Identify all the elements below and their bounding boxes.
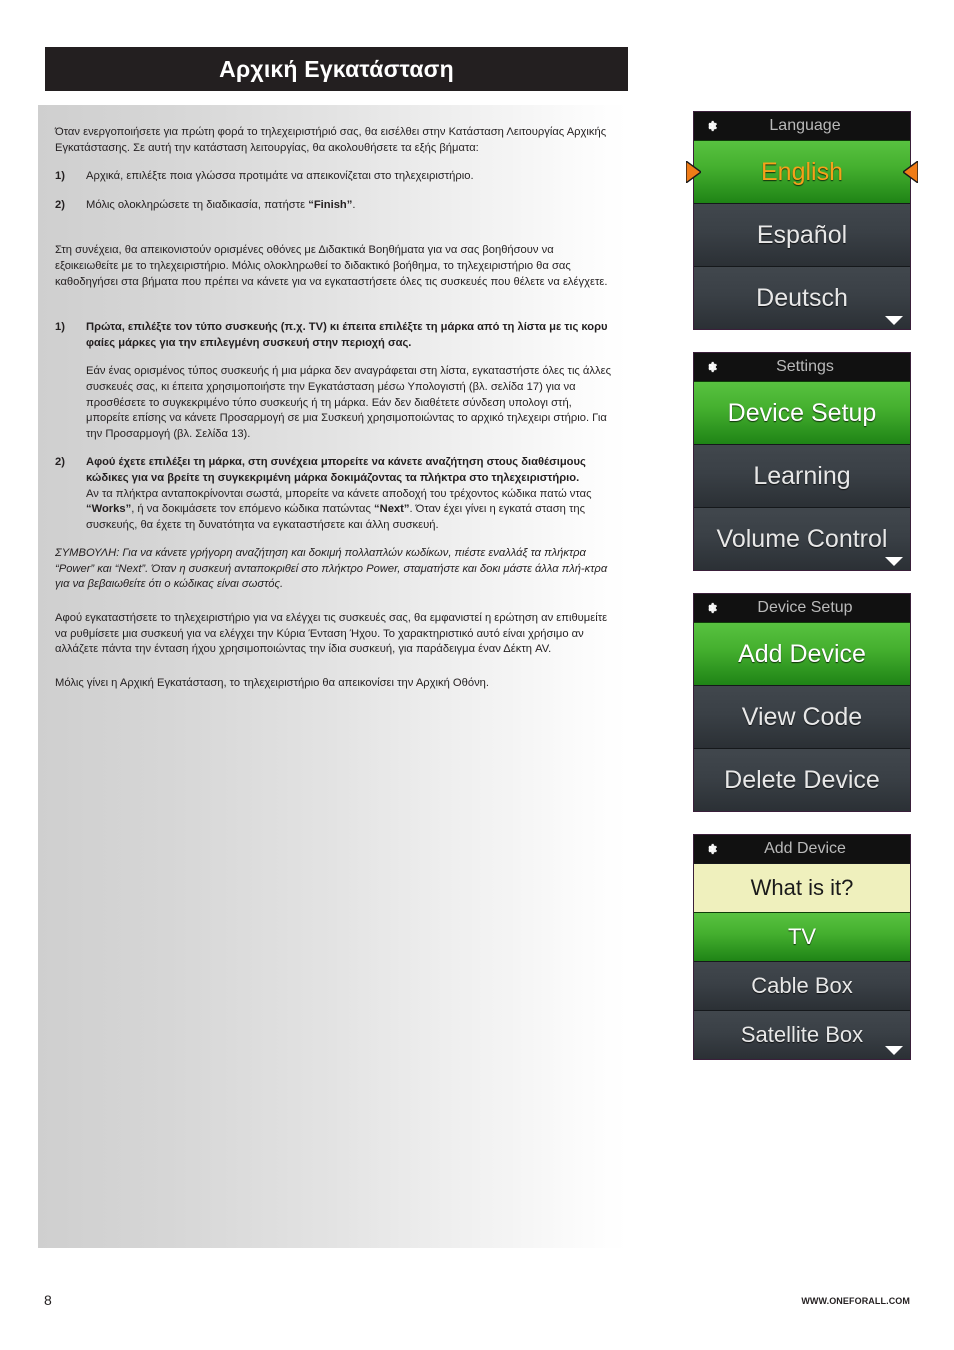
gear-icon xyxy=(708,843,717,855)
scroll-down-icon[interactable] xyxy=(885,1046,903,1055)
step-2: 2) Μόλις ολοκληρώσετε τη διαδικασία, πατ… xyxy=(55,198,615,214)
list-item-1-subtext: Εάν ένας ορισμένος τύπος συσκευής ή μια … xyxy=(86,365,611,440)
list-item-1-text: Πρώτα, επιλέξτε τον τύπο συσκευής (π.χ. … xyxy=(86,321,608,349)
next-label: “Next” xyxy=(374,503,410,516)
screen-add-device-header: Add Device xyxy=(694,835,910,863)
left-arrow-icon[interactable] xyxy=(686,161,701,183)
gear-icon xyxy=(708,120,717,132)
screen-language-row-deutsch-label: Deutsch xyxy=(756,283,848,312)
tutorials-paragraph: Στη συνέχεια, θα απεικονιστούν ορισμένες… xyxy=(55,244,608,288)
step-2-text-b: . xyxy=(352,198,356,211)
screen-settings-header: Settings xyxy=(694,353,910,381)
content-inner: Όταν ενεργοποιήσετε για πρώτη φορά το τη… xyxy=(55,125,615,704)
remote-screens-column: Language English Español Deutsch Setting… xyxy=(686,111,918,1082)
list-item-2: 2) Αφού έχετε επιλέξει τη μάρκα, στη συν… xyxy=(55,455,615,486)
scroll-down-icon[interactable] xyxy=(885,557,903,566)
screen-add-device-row-cable-box-label: Cable Box xyxy=(751,973,853,998)
screen-settings-row-volume-control-label: Volume Control xyxy=(716,524,888,553)
intro-paragraph: Όταν ενεργοποιήσετε για πρώτη φορά το τη… xyxy=(55,126,607,154)
screen-device-setup: Device Setup Add Device View Code Delete… xyxy=(693,593,911,812)
gear-icon xyxy=(708,361,717,373)
screen-settings: Settings Device Setup Learning Volume Co… xyxy=(693,352,911,571)
screen-language-header: Language xyxy=(694,112,910,140)
final-paragraph: Μόλις γίνει η Αρχική Εγκατάσταση, το τηλ… xyxy=(55,676,490,689)
screen-add-device-row-satellite-box[interactable]: Satellite Box xyxy=(694,1010,910,1059)
screen-add-device-title: Add Device xyxy=(764,840,846,857)
screen-device-setup-row-add-device[interactable]: Add Device xyxy=(694,622,910,685)
screen-language: Language English Español Deutsch xyxy=(686,111,918,330)
screen-language-row-english[interactable]: English xyxy=(686,140,918,203)
screen-add-device-row-tv[interactable]: TV xyxy=(694,912,910,961)
screen-device-setup-title: Device Setup xyxy=(757,599,853,616)
step-1-number: 1) xyxy=(55,170,65,183)
scroll-down-icon[interactable] xyxy=(885,316,903,325)
list-item-1: 1) Πρώτα, επιλέξτε τον τύπο συσκευής (π.… xyxy=(55,320,615,351)
screen-settings-title: Settings xyxy=(776,358,834,375)
screen-device-setup-row-delete-device-label: Delete Device xyxy=(724,765,880,794)
step-2-text: Μόλις ολοκληρώσετε τη διαδικασία, πατήστ… xyxy=(86,198,615,214)
screen-device-setup-row-add-device-label: Add Device xyxy=(738,639,866,668)
screen-device-setup-header: Device Setup xyxy=(694,594,910,622)
screen-language-row-espanol-label: Español xyxy=(756,220,848,249)
step-1: 1) Αρχικά, επιλέξτε ποια γλώσσα προτιμάτ… xyxy=(55,169,615,185)
screen-settings-row-volume-control[interactable]: Volume Control xyxy=(694,507,910,570)
screen-language-row-english-label: English xyxy=(761,157,843,186)
list-item-1-number: 1) xyxy=(55,321,65,334)
screen-add-device-prompt-label: What is it? xyxy=(750,875,854,900)
works-label: “Works” xyxy=(86,503,132,516)
tip-paragraph: ΣΥΜΒΟΥΛΗ: Για να κάνετε γρήγορη αναζήτησ… xyxy=(55,547,608,591)
screen-settings-row-learning-label: Learning xyxy=(753,461,851,490)
screen-add-device-row-cable-box[interactable]: Cable Box xyxy=(694,961,910,1010)
screen-add-device-row-satellite-box-label: Satellite Box xyxy=(740,1022,864,1047)
right-arrow-icon[interactable] xyxy=(903,161,918,183)
list-item-2-subtext: Αν τα πλήκτρα ανταποκρίνονται σωστά, μπο… xyxy=(86,487,615,534)
page-number: 8 xyxy=(44,1292,52,1308)
screen-device-setup-row-delete-device[interactable]: Delete Device xyxy=(694,748,910,811)
list-item-2-sub-a: Αν τα πλήκτρα ανταποκρίνονται σωστά, μπο… xyxy=(86,487,592,500)
screen-settings-row-device-setup[interactable]: Device Setup xyxy=(694,381,910,444)
screen-language-row-deutsch[interactable]: Deutsch xyxy=(694,266,910,329)
gear-icon xyxy=(708,602,717,614)
screen-settings-row-learning[interactable]: Learning xyxy=(694,444,910,507)
screen-language-title: Language xyxy=(769,117,841,134)
screen-device-setup-row-view-code-label: View Code xyxy=(741,702,863,731)
footer-website: WWW.ONEFORALL.COM xyxy=(801,1296,910,1306)
screen-add-device-prompt: What is it? xyxy=(694,863,910,912)
step-2-number: 2) xyxy=(55,198,65,211)
screen-language-row-espanol[interactable]: Español xyxy=(694,203,910,266)
step-1-text: Αρχικά, επιλέξτε ποια γλώσσα προτιμάτε ν… xyxy=(86,170,474,183)
screen-add-device-row-tv-label: TV xyxy=(787,924,817,949)
step-2-finish-label: “Finish” xyxy=(308,198,353,211)
list-item-2-sub-b: , ή να δοκιμάσετε τον επόμενο κώδικα πατ… xyxy=(131,503,375,516)
volume-paragraph: Αφού εγκαταστήσετε το τηλεχειριστήριο γι… xyxy=(55,612,608,656)
page-title: Αρχική Εγκατάσταση xyxy=(219,55,454,82)
step-2-text-a: Μόλις ολοκληρώσετε τη διαδικασία, πατήστ… xyxy=(86,198,309,211)
list-item-2-text: Αφού έχετε επιλέξει τη μάρκα, στη συνέχε… xyxy=(86,456,586,484)
screen-device-setup-row-view-code[interactable]: View Code xyxy=(694,685,910,748)
screen-add-device: Add Device What is it? TV Cable Box Sate… xyxy=(693,834,911,1060)
screen-settings-row-device-setup-label: Device Setup xyxy=(727,398,877,427)
page-title-bar: Αρχική Εγκατάσταση xyxy=(45,47,628,91)
content-panel: Όταν ενεργοποιήσετε για πρώτη φορά το τη… xyxy=(38,105,628,1248)
list-item-2-number: 2) xyxy=(55,456,65,469)
